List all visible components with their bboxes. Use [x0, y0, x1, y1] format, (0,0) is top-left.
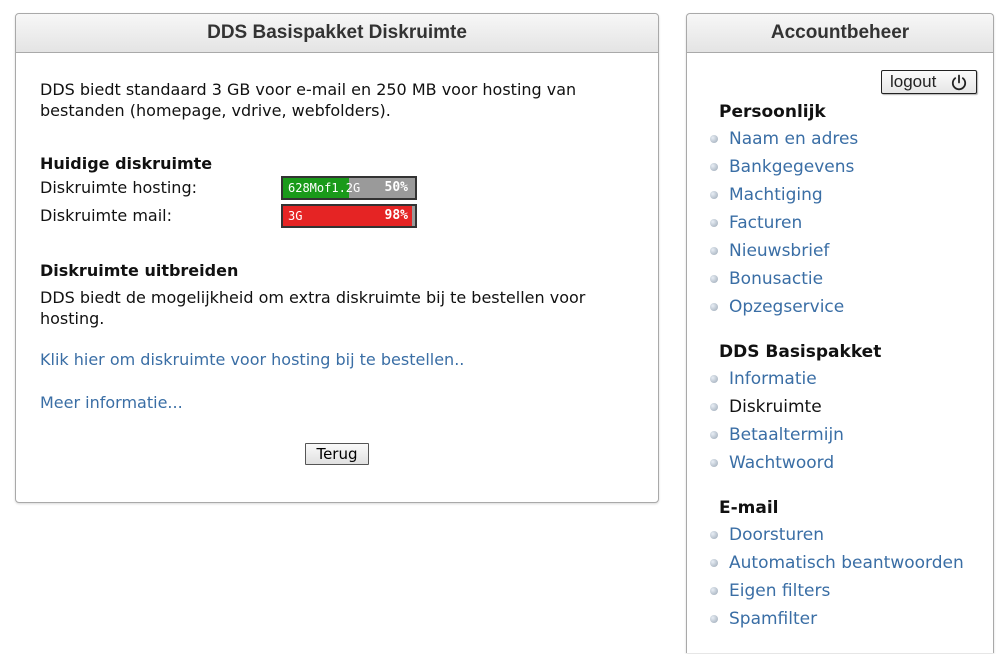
- hosting-usage-percent: 50%: [384, 180, 408, 195]
- nav-section-list: Doorsturen Automatisch beantwoorden Eigen …: [710, 524, 964, 636]
- sidebar-item: Eigen filters: [710, 580, 964, 608]
- mail-usage-text: 3G: [288, 209, 303, 223]
- sidebar-item: Facturen: [710, 212, 964, 240]
- sidebar-item-link[interactable]: Opzegservice: [729, 297, 844, 317]
- sidebar-item-link[interactable]: Automatisch beantwoorden: [729, 553, 964, 573]
- bullet-icon: [710, 559, 718, 567]
- hosting-usage-row: Diskruimte hosting: 628Mof1.2G 50%: [40, 174, 634, 202]
- sidebar-item: Bankgegevens: [710, 156, 964, 184]
- sidebar-item: Diskruimte: [710, 396, 964, 424]
- nav-section-heading: DDS Basispakket: [719, 342, 882, 362]
- sidebar-item: Naam en adres: [710, 128, 964, 156]
- sidebar-item-link[interactable]: Machtiging: [729, 185, 823, 205]
- sidebar-item-link[interactable]: Betaaltermijn: [729, 425, 844, 445]
- nav-section-heading: Persoonlijk: [719, 102, 826, 122]
- panel-title: DDS Basispakket Diskruimte: [16, 14, 658, 53]
- mail-usage-row: Diskruimte mail: 3G 98%: [40, 202, 634, 230]
- sidebar-item-link[interactable]: Bonusactie: [729, 269, 823, 289]
- bullet-icon: [710, 135, 718, 143]
- sidebar-item-link[interactable]: Wachtwoord: [729, 453, 834, 473]
- sidebar-item-link[interactable]: Informatie: [729, 369, 817, 389]
- mail-usage-percent: 98%: [384, 208, 408, 223]
- current-diskspace-heading: Huidige diskruimte: [40, 154, 213, 173]
- logout-button[interactable]: logout: [881, 70, 977, 94]
- sidebar-item: Spamfilter: [710, 608, 964, 636]
- sidebar-item-link[interactable]: Facturen: [729, 213, 802, 233]
- more-info-link[interactable]: Meer informatie...: [40, 393, 183, 412]
- sidebar-item: Machtiging: [710, 184, 964, 212]
- sidebar-title: Accountbeheer: [687, 14, 993, 53]
- nav-section-list: Informatie Diskruimte Betaaltermijn Wachtwo…: [710, 368, 964, 480]
- bullet-icon: [710, 531, 718, 539]
- sidebar-item: Automatisch beantwoorden: [710, 552, 964, 580]
- sidebar-item: Informatie: [710, 368, 964, 396]
- sidebar-item: Wachtwoord: [710, 452, 964, 480]
- bullet-icon: [710, 247, 718, 255]
- mail-usage-label: Diskruimte mail:: [40, 206, 172, 225]
- diskruimte-panel: DDS Basispakket Diskruimte DDS biedt sta…: [15, 13, 659, 503]
- sidebar-item: Nieuwsbrief: [710, 240, 964, 268]
- sidebar-item: Bonusactie: [710, 268, 964, 296]
- account-sidebar: Accountbeheer logout Persoonlijk Naam en …: [686, 13, 994, 653]
- extend-diskspace-heading: Diskruimte uitbreiden: [40, 261, 239, 280]
- sidebar-item-link[interactable]: Nieuwsbrief: [729, 241, 829, 261]
- nav-section-list: Naam en adres Bankgegevens Machtiging Factu…: [710, 128, 964, 324]
- bullet-icon: [710, 191, 718, 199]
- bullet-icon: [710, 615, 718, 623]
- logout-label: logout: [890, 72, 937, 91]
- sidebar-item-link[interactable]: Diskruimte: [729, 397, 822, 417]
- mail-usage-bar: 3G 98%: [281, 204, 417, 228]
- sidebar-item-link[interactable]: Eigen filters: [729, 581, 830, 601]
- order-diskspace-link[interactable]: Klik hier om diskruimte voor hosting bij…: [40, 350, 464, 369]
- sidebar-item-link[interactable]: Bankgegevens: [729, 157, 854, 177]
- bullet-icon: [710, 163, 718, 171]
- intro-text: DDS biedt standaard 3 GB voor e-mail en …: [40, 80, 577, 120]
- sidebar-item-link[interactable]: Doorsturen: [729, 525, 824, 545]
- bullet-icon: [710, 431, 718, 439]
- extend-diskspace-text: DDS biedt de mogelijkheid om extra diskr…: [40, 288, 586, 328]
- power-icon: [950, 74, 968, 98]
- sidebar-item: Opzegservice: [710, 296, 964, 324]
- hosting-usage-bar: 628Mof1.2G 50%: [281, 176, 417, 200]
- bullet-icon: [710, 587, 718, 595]
- hosting-usage-label: Diskruimte hosting:: [40, 178, 197, 197]
- bullet-icon: [710, 375, 718, 383]
- hosting-usage-text: 628Mof1.2G: [288, 181, 361, 195]
- nav-section-heading: E-mail: [719, 498, 779, 518]
- sidebar-item: Doorsturen: [710, 524, 964, 552]
- sidebar-item-link[interactable]: Spamfilter: [729, 609, 817, 629]
- bullet-icon: [710, 219, 718, 227]
- sidebar-item: Betaaltermijn: [710, 424, 964, 452]
- back-button[interactable]: Terug: [305, 443, 369, 465]
- bullet-icon: [710, 275, 718, 283]
- sidebar-item-link[interactable]: Naam en adres: [729, 129, 858, 149]
- account-navigation: Persoonlijk Naam en adres Bankgegevens Mach…: [710, 102, 964, 654]
- bullet-icon: [710, 403, 718, 411]
- bullet-icon: [710, 303, 718, 311]
- bullet-icon: [710, 459, 718, 467]
